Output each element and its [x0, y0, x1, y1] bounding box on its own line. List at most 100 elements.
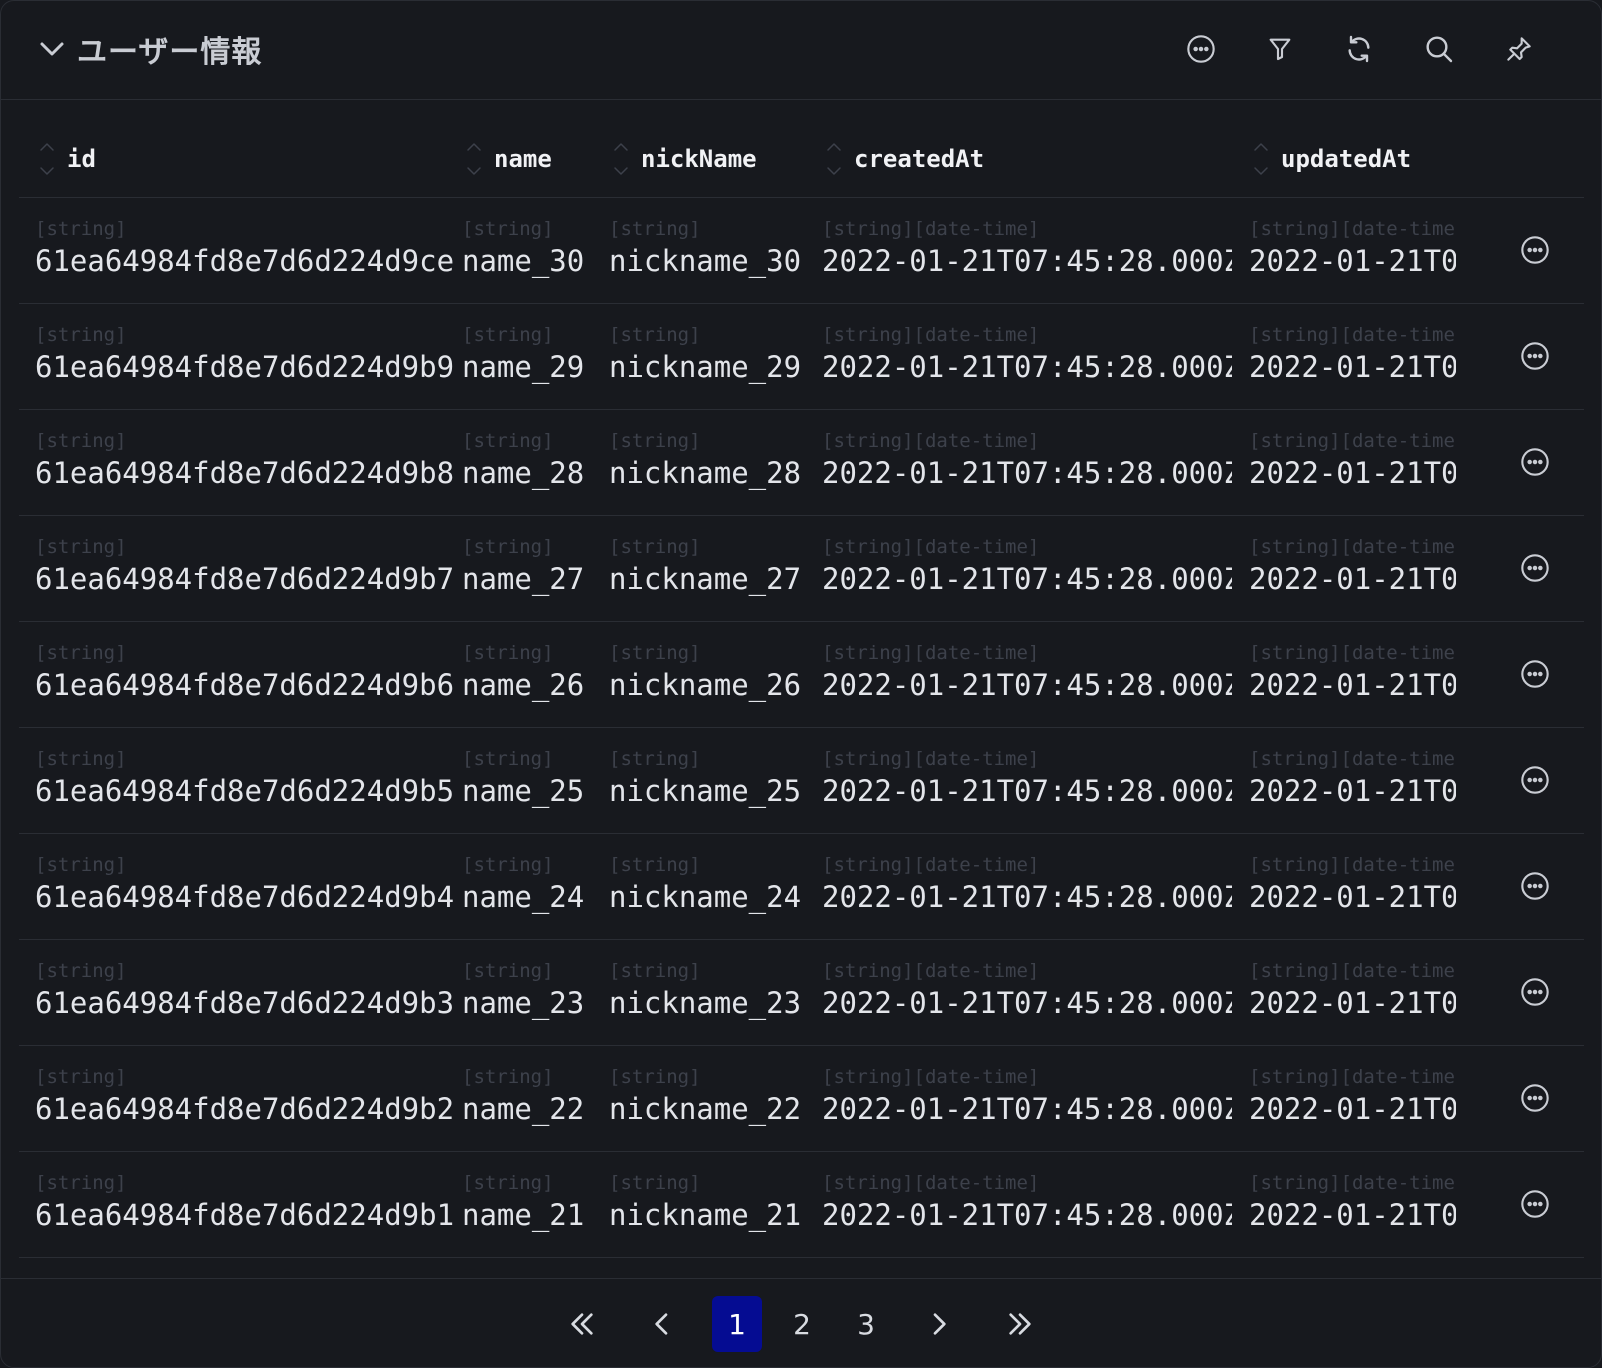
- user-info-panel: ユーザー情報 id name nickName createdAt update…: [0, 0, 1602, 1368]
- cell-value: 61ea64984fd8e7d6d224d9b5: [35, 774, 455, 808]
- sort-icon[interactable]: [37, 140, 57, 178]
- row-actions-button[interactable]: [1517, 550, 1553, 586]
- first-page-icon[interactable]: [566, 1308, 598, 1340]
- first-page-button[interactable]: [557, 1296, 607, 1352]
- more-options-button[interactable]: [1181, 29, 1221, 69]
- row-actions-button[interactable]: [1517, 762, 1553, 798]
- cell-createdat: [string][date-time] 2022-01-21T07:45:28.0…: [822, 410, 1232, 515]
- cell-createdat: [string][date-time] 2022-01-21T07:45:28.0…: [822, 304, 1232, 409]
- cell-name: [string] name_26: [462, 622, 597, 727]
- type-hint: [string][date-time]: [822, 430, 1040, 452]
- panel-header: ユーザー情報: [1, 1, 1601, 100]
- table-row[interactable]: [string] 61ea64984fd8e7d6d224d9b5 [string]…: [19, 728, 1584, 834]
- type-hint: [string]: [35, 536, 127, 558]
- chevron-down-icon[interactable]: [37, 34, 67, 64]
- next-page-icon[interactable]: [923, 1308, 955, 1340]
- cell-value: 2022-01-21T07:45:28.000Z: [1249, 456, 1456, 490]
- row-actions-button[interactable]: [1517, 868, 1553, 904]
- filter-icon[interactable]: [1264, 33, 1296, 65]
- refresh-button[interactable]: [1339, 29, 1379, 69]
- type-hint: [string]: [35, 218, 127, 240]
- more-icon[interactable]: [1185, 33, 1217, 65]
- type-hint: [string]: [609, 218, 701, 240]
- cell-nickname: [string] nickname_26: [609, 622, 809, 727]
- next-page-button[interactable]: [914, 1296, 964, 1352]
- search-icon[interactable]: [1423, 33, 1455, 65]
- more-icon[interactable]: [1519, 658, 1551, 690]
- table-row[interactable]: [string] 61ea64984fd8e7d6d224d9b6 [string]…: [19, 622, 1584, 728]
- row-actions-button[interactable]: [1517, 1186, 1553, 1222]
- cell-nickname: [string] nickname_22: [609, 1046, 809, 1151]
- row-actions-button[interactable]: [1517, 974, 1553, 1010]
- type-hint: [string]: [609, 960, 701, 982]
- more-icon[interactable]: [1519, 1082, 1551, 1114]
- cell-value: 2022-01-21T07:45:28.000Z: [822, 244, 1232, 278]
- sort-icon[interactable]: [611, 140, 631, 178]
- last-page-button[interactable]: [995, 1296, 1045, 1352]
- cell-updatedat: [string][date-time] 2022-01-21T07:45:28.0…: [1249, 1152, 1456, 1257]
- row-actions-button[interactable]: [1517, 232, 1553, 268]
- refresh-icon[interactable]: [1343, 33, 1375, 65]
- row-actions-button[interactable]: [1517, 444, 1553, 480]
- table-row[interactable]: [string] 61ea64984fd8e7d6d224d9b3 [string]…: [19, 940, 1584, 1046]
- table-row[interactable]: [string] 61ea64984fd8e7d6d224d9b2 [string]…: [19, 1046, 1584, 1152]
- more-icon[interactable]: [1519, 446, 1551, 478]
- filter-button[interactable]: [1260, 29, 1300, 69]
- row-actions-button[interactable]: [1517, 1080, 1553, 1116]
- table-row[interactable]: [string] 61ea64984fd8e7d6d224d9b1 [string]…: [19, 1152, 1584, 1258]
- column-header-name[interactable]: name: [464, 121, 552, 197]
- more-icon[interactable]: [1519, 340, 1551, 372]
- cell-value: 2022-01-21T07:45:28.000Z: [822, 986, 1232, 1020]
- more-icon[interactable]: [1519, 870, 1551, 902]
- cell-value: 2022-01-21T07:45:28.000Z: [822, 1092, 1232, 1126]
- more-icon[interactable]: [1519, 552, 1551, 584]
- table-row[interactable]: [string] 61ea64984fd8e7d6d224d9b7 [string]…: [19, 516, 1584, 622]
- table-row[interactable]: [string] 61ea64984fd8e7d6d224d9b8 [string]…: [19, 410, 1584, 516]
- type-hint: [string]: [609, 430, 701, 452]
- type-hint: [string]: [35, 748, 127, 770]
- type-hint: [string][date-time]: [822, 960, 1040, 982]
- last-page-icon[interactable]: [1004, 1308, 1036, 1340]
- pin-button[interactable]: [1499, 29, 1539, 69]
- page-button-3[interactable]: 3: [841, 1296, 891, 1352]
- more-icon[interactable]: [1519, 976, 1551, 1008]
- search-button[interactable]: [1419, 29, 1459, 69]
- cell-updatedat: [string][date-time] 2022-01-21T07:45:28.0…: [1249, 940, 1456, 1045]
- column-header-id[interactable]: id: [37, 121, 96, 197]
- pagination: 1 2 3: [1, 1278, 1601, 1367]
- row-actions-button[interactable]: [1517, 338, 1553, 374]
- page-button-1[interactable]: 1: [712, 1296, 762, 1352]
- column-header-createdat[interactable]: createdAt: [824, 121, 984, 197]
- cell-createdat: [string][date-time] 2022-01-21T07:45:28.0…: [822, 516, 1232, 621]
- collapse-toggle[interactable]: ユーザー情報: [37, 27, 262, 71]
- prev-page-button[interactable]: [637, 1296, 687, 1352]
- table-row[interactable]: [string] 61ea64984fd8e7d6d224d9ce [string]…: [19, 198, 1584, 304]
- table-row[interactable]: [string] 61ea64984fd8e7d6d224d9b4 [string]…: [19, 834, 1584, 940]
- cell-value: nickname_30: [609, 244, 802, 278]
- pin-icon[interactable]: [1503, 33, 1535, 65]
- table-row[interactable]: [string] 61ea64984fd8e7d6d224d9b9 [string]…: [19, 304, 1584, 410]
- page-button-2[interactable]: 2: [777, 1296, 827, 1352]
- row-actions-button[interactable]: [1517, 656, 1553, 692]
- cell-value: 2022-01-21T07:45:28.000Z: [822, 456, 1232, 490]
- cell-id: [string] 61ea64984fd8e7d6d224d9b4: [35, 834, 455, 939]
- cell-value: 2022-01-21T07:45:28.000Z: [822, 350, 1232, 384]
- sort-icon[interactable]: [824, 140, 844, 178]
- cell-updatedat: [string][date-time] 2022-01-21T07:45:28.0…: [1249, 1046, 1456, 1151]
- type-hint: [string][date-time]: [1249, 1066, 1456, 1088]
- more-icon[interactable]: [1519, 1188, 1551, 1220]
- prev-page-icon[interactable]: [646, 1308, 678, 1340]
- sort-icon[interactable]: [1251, 140, 1271, 178]
- cell-value: 2022-01-21T07:45:28.000Z: [1249, 1198, 1456, 1232]
- more-icon[interactable]: [1519, 764, 1551, 796]
- cell-name: [string] name_25: [462, 728, 597, 833]
- cell-value: nickname_26: [609, 668, 802, 702]
- more-icon[interactable]: [1519, 234, 1551, 266]
- column-header-nickname[interactable]: nickName: [611, 121, 757, 197]
- sort-icon[interactable]: [464, 140, 484, 178]
- type-hint: [string]: [462, 218, 554, 240]
- cell-nickname: [string] nickname_21: [609, 1152, 809, 1257]
- type-hint: [string][date-time]: [822, 324, 1040, 346]
- cell-name: [string] name_24: [462, 834, 597, 939]
- column-header-updatedat[interactable]: updatedAt: [1251, 121, 1411, 197]
